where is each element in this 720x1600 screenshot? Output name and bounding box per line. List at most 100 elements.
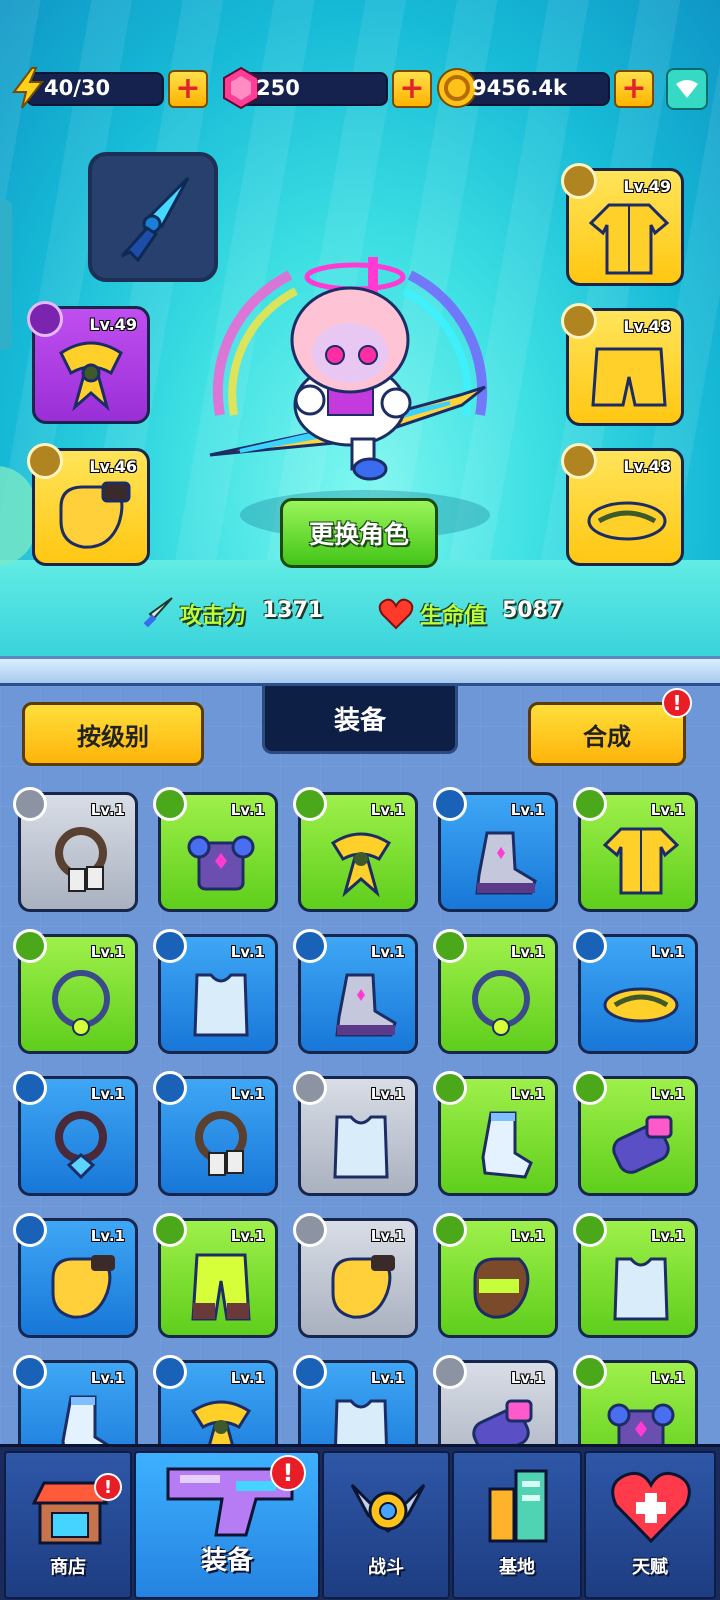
add-gems-button[interactable]: +	[392, 70, 432, 108]
network-status-button[interactable]	[666, 68, 708, 110]
equipment-item-armor[interactable]: Lv.1	[153, 929, 278, 1054]
item-level: Lv.1	[510, 943, 545, 961]
equipment-item-shoes[interactable]: Lv.1	[573, 929, 698, 1054]
pants-type-icon	[561, 303, 597, 339]
gem-resource: 250 +	[220, 66, 432, 110]
add-energy-button[interactable]: +	[168, 70, 208, 108]
equipment-item-armor[interactable]: Lv.1	[573, 787, 698, 912]
necklace-type-icon	[13, 1071, 47, 1105]
sock-icon	[481, 1111, 533, 1179]
item-level: Lv.1	[90, 1085, 125, 1103]
equipment-item-shoes[interactable]: Lv.1	[13, 1355, 138, 1446]
armor-icon	[187, 835, 255, 891]
shoes-type-icon	[433, 787, 467, 821]
equipped-necklace-slot[interactable]: Lv.49	[27, 301, 150, 424]
equipment-item-armor[interactable]: Lv.1	[573, 1213, 698, 1338]
nav-battle[interactable]: 战斗	[322, 1451, 450, 1599]
scarf-icon	[330, 832, 392, 898]
ring-necklace-icon	[472, 970, 530, 1036]
necklace-type-icon	[153, 1071, 187, 1105]
equipment-item-armor[interactable]: Lv.1	[293, 1355, 418, 1446]
nav-battle-label: 战斗	[368, 1557, 404, 1578]
equipment-item-glove[interactable]: Lv.1	[293, 1213, 418, 1338]
equipment-item-shoes[interactable]: Lv.1	[433, 1071, 558, 1196]
equipment-item-pants[interactable]: Lv.1	[153, 1213, 278, 1338]
shirt-icon	[589, 203, 669, 275]
armor-type-icon	[153, 929, 187, 963]
equipment-item-necklace[interactable]: Lv.1	[433, 929, 558, 1054]
slot-level: Lv.46	[89, 457, 137, 476]
weapon-slot[interactable]	[88, 152, 218, 282]
equipment-item-necklace[interactable]: Lv.1	[153, 1071, 278, 1196]
item-level: Lv.1	[650, 1085, 685, 1103]
stage-floor	[0, 560, 720, 660]
equipment-item-glove[interactable]: Lv.1	[433, 1355, 558, 1446]
hero-area: 40/30 + 250 + 9456.4k + Lv.49 Lv.46 Lv.4…	[0, 0, 720, 660]
left-edge-tab[interactable]	[0, 200, 12, 350]
glove-icon	[331, 1255, 395, 1319]
add-coins-button[interactable]: +	[614, 70, 654, 108]
armor-type-icon	[293, 1355, 327, 1389]
equipped-glove-slot[interactable]: Lv.46	[27, 443, 150, 566]
equipment-item-glove[interactable]: Lv.1	[433, 1213, 558, 1338]
nav-talent[interactable]: 天赋	[584, 1451, 716, 1599]
change-character-button[interactable]: 更换角色	[280, 498, 438, 568]
necklace-type-icon	[13, 929, 47, 963]
equipped-shoes-slot[interactable]: Lv.48	[561, 443, 684, 566]
equipment-item-shoes[interactable]: Lv.1	[293, 929, 418, 1054]
nav-equipment[interactable]: ! 装备	[134, 1451, 320, 1599]
energy-resource: 40/30 +	[8, 67, 208, 109]
item-level: Lv.1	[370, 1369, 405, 1387]
item-level: Lv.1	[370, 943, 405, 961]
pants-icon	[191, 1253, 251, 1321]
glove-icon	[59, 481, 131, 549]
equipment-item-necklace[interactable]: Lv.1	[13, 929, 138, 1054]
panel-divider	[0, 656, 720, 686]
character-illustration[interactable]	[200, 255, 500, 495]
equipment-item-shoes[interactable]: Lv.1	[433, 787, 558, 912]
equipment-item-necklace[interactable]: Lv.1	[13, 787, 138, 912]
glove-icon	[51, 1255, 115, 1319]
equipment-item-glove[interactable]: Lv.1	[573, 1071, 698, 1196]
gauntlet-icon	[612, 1115, 673, 1174]
item-level: Lv.1	[230, 1085, 265, 1103]
shoes-type-icon	[573, 929, 607, 963]
energy-value: 40/30	[44, 76, 111, 100]
boot-icon	[475, 831, 537, 895]
equipment-item-armor[interactable]: Lv.1	[153, 787, 278, 912]
equipment-item-necklace[interactable]: Lv.1	[13, 1071, 138, 1196]
sort-by-level-button[interactable]: 按级别	[22, 702, 204, 766]
gem-value: 250	[256, 76, 300, 100]
necklace-type-icon	[27, 301, 63, 337]
equipment-item-armor[interactable]: Lv.1	[293, 1071, 418, 1196]
battle-icon	[350, 1483, 426, 1533]
item-level: Lv.1	[370, 1227, 405, 1245]
attack-label: 攻击力	[180, 604, 247, 629]
slot-level: Lv.48	[623, 457, 671, 476]
hp-value: 5087	[502, 598, 564, 623]
necklace-type-icon	[433, 929, 467, 963]
nav-shop[interactable]: ! 商店	[4, 1451, 132, 1599]
compose-alert-badge: !	[662, 688, 692, 718]
necklace-type-icon	[153, 1355, 187, 1389]
sock-icon	[61, 1395, 113, 1446]
scarf-icon	[190, 1400, 252, 1446]
equipped-armor-slot[interactable]: Lv.49	[561, 163, 684, 286]
item-level: Lv.1	[510, 1227, 545, 1245]
item-level: Lv.1	[650, 1369, 685, 1387]
equipped-pants-slot[interactable]: Lv.48	[561, 303, 684, 426]
equipment-item-glove[interactable]: Lv.1	[13, 1213, 138, 1338]
equipment-item-necklace[interactable]: Lv.1	[293, 787, 418, 912]
nav-equipment-label: 装备	[200, 1546, 253, 1576]
shoes-type-icon	[561, 443, 597, 479]
equipment-item-necklace[interactable]: Lv.1	[153, 1355, 278, 1446]
item-level: Lv.1	[90, 1227, 125, 1245]
nav-base[interactable]: 基地	[452, 1451, 582, 1599]
equipment-item-armor[interactable]: Lv.1	[573, 1355, 698, 1446]
item-level: Lv.1	[510, 801, 545, 819]
shorts-icon	[591, 347, 667, 407]
wifi-icon	[676, 80, 698, 98]
item-level: Lv.1	[650, 801, 685, 819]
armor-type-icon	[573, 787, 607, 821]
compose-button[interactable]: 合成	[528, 702, 686, 766]
